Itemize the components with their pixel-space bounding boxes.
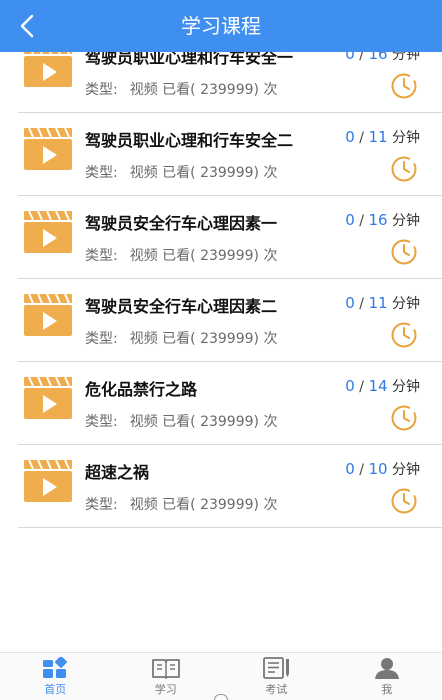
type-value: 视频	[129, 331, 158, 347]
tab-exam[interactable]: 考试	[221, 653, 332, 700]
progress-total: 14	[368, 377, 388, 395]
progress-unit: 分钟	[392, 52, 420, 63]
video-thumbnail-icon	[24, 377, 72, 419]
type-label: 类型:	[85, 248, 118, 264]
type-label: 类型:	[85, 165, 118, 181]
tab-me[interactable]: 我	[332, 653, 442, 700]
progress-unit: 分钟	[392, 213, 420, 229]
progress-done: 0	[345, 294, 355, 312]
course-meta: 类型: 视频 已看( 239999) 次	[85, 79, 277, 99]
tab-label: 考试	[265, 683, 288, 696]
clock-icon	[391, 488, 417, 514]
video-thumbnail-icon	[24, 128, 72, 170]
clock-icon	[391, 156, 417, 182]
course-meta: 类型: 视频 已看( 239999) 次	[85, 245, 277, 265]
bottom-tab-bar: 首页 学习 考试 我	[0, 652, 442, 700]
progress-total: 11	[368, 128, 388, 146]
progress-unit: 分钟	[392, 379, 420, 395]
course-title: 超速之祸	[85, 463, 150, 482]
course-meta: 类型: 视频 已看( 239999) 次	[85, 411, 277, 431]
progress-done: 0	[345, 460, 355, 478]
course-list[interactable]: 驾驶员职业心理和行车安全一 类型: 视频 已看( 239999) 次 0 / 16…	[0, 52, 442, 652]
progress-total: 10	[368, 460, 388, 478]
exam-paper-icon	[263, 657, 290, 679]
course-progress: 0 / 14 分钟	[345, 377, 420, 395]
type-value: 视频	[129, 497, 158, 513]
clock-icon	[391, 73, 417, 99]
progress-total: 16	[368, 52, 388, 63]
tab-label: 首页	[44, 683, 67, 696]
course-progress: 0 / 10 分钟	[345, 460, 420, 478]
course-item[interactable]: 超速之祸 类型: 视频 已看( 239999) 次 0 / 10 分钟	[18, 445, 442, 528]
course-meta: 类型: 视频 已看( 239999) 次	[85, 494, 277, 514]
progress-total: 16	[368, 211, 388, 229]
progress-done: 0	[345, 52, 355, 63]
course-item[interactable]: 驾驶员职业心理和行车安全二 类型: 视频 已看( 239999) 次 0 / 11…	[18, 113, 442, 196]
video-thumbnail-icon	[24, 52, 72, 87]
type-label: 类型:	[85, 497, 118, 513]
course-title: 危化品禁行之路	[85, 380, 198, 399]
type-label: 类型:	[85, 414, 118, 430]
progress-done: 0	[345, 377, 355, 395]
progress-done: 0	[345, 211, 355, 229]
course-title: 驾驶员安全行车心理因素一	[85, 214, 278, 233]
type-value: 视频	[129, 165, 158, 181]
course-progress: 0 / 11 分钟	[345, 294, 420, 312]
book-icon	[151, 659, 180, 679]
user-icon	[374, 658, 399, 679]
course-meta: 类型: 视频 已看( 239999) 次	[85, 328, 277, 348]
view-count: 已看( 239999) 次	[162, 331, 278, 347]
clock-icon	[391, 322, 417, 348]
view-count: 已看( 239999) 次	[162, 165, 278, 181]
video-thumbnail-icon	[24, 294, 72, 336]
course-item[interactable]: 驾驶员安全行车心理因素一 类型: 视频 已看( 239999) 次 0 / 16 …	[18, 196, 442, 279]
progress-done: 0	[345, 128, 355, 146]
progress-unit: 分钟	[392, 462, 420, 478]
course-progress: 0 / 11 分钟	[345, 128, 420, 146]
view-count: 已看( 239999) 次	[162, 414, 278, 430]
tab-label: 我	[381, 683, 393, 696]
type-value: 视频	[129, 82, 158, 98]
tab-study[interactable]: 学习	[111, 653, 222, 700]
course-meta: 类型: 视频 已看( 239999) 次	[85, 162, 277, 182]
view-count: 已看( 239999) 次	[162, 82, 278, 98]
tab-home[interactable]: 首页	[0, 653, 111, 700]
course-item[interactable]: 驾驶员安全行车心理因素二 类型: 视频 已看( 239999) 次 0 / 11 …	[18, 279, 442, 362]
view-count: 已看( 239999) 次	[162, 248, 278, 264]
course-title: 驾驶员职业心理和行车安全一	[85, 52, 294, 67]
type-label: 类型:	[85, 331, 118, 347]
progress-unit: 分钟	[392, 130, 420, 146]
clock-icon	[391, 405, 417, 431]
clock-icon	[391, 239, 417, 265]
course-title: 驾驶员安全行车心理因素二	[85, 297, 278, 316]
video-thumbnail-icon	[24, 211, 72, 253]
progress-unit: 分钟	[392, 296, 420, 312]
course-progress: 0 / 16 分钟	[345, 211, 420, 229]
home-grid-icon	[43, 657, 68, 678]
progress-total: 11	[368, 294, 388, 312]
type-label: 类型:	[85, 82, 118, 98]
course-item[interactable]: 危化品禁行之路 类型: 视频 已看( 239999) 次 0 / 14 分钟	[18, 362, 442, 445]
home-indicator	[214, 694, 228, 700]
course-title: 驾驶员职业心理和行车安全二	[85, 131, 294, 150]
type-value: 视频	[129, 248, 158, 264]
video-thumbnail-icon	[24, 460, 72, 502]
view-count: 已看( 239999) 次	[162, 497, 278, 513]
tab-label: 学习	[154, 683, 177, 696]
page-title: 学习课程	[181, 14, 261, 38]
course-item[interactable]: 驾驶员职业心理和行车安全一 类型: 视频 已看( 239999) 次 0 / 16…	[18, 52, 442, 113]
app-header: 学习课程	[0, 0, 442, 52]
course-progress: 0 / 16 分钟	[345, 52, 420, 64]
type-value: 视频	[129, 414, 158, 430]
